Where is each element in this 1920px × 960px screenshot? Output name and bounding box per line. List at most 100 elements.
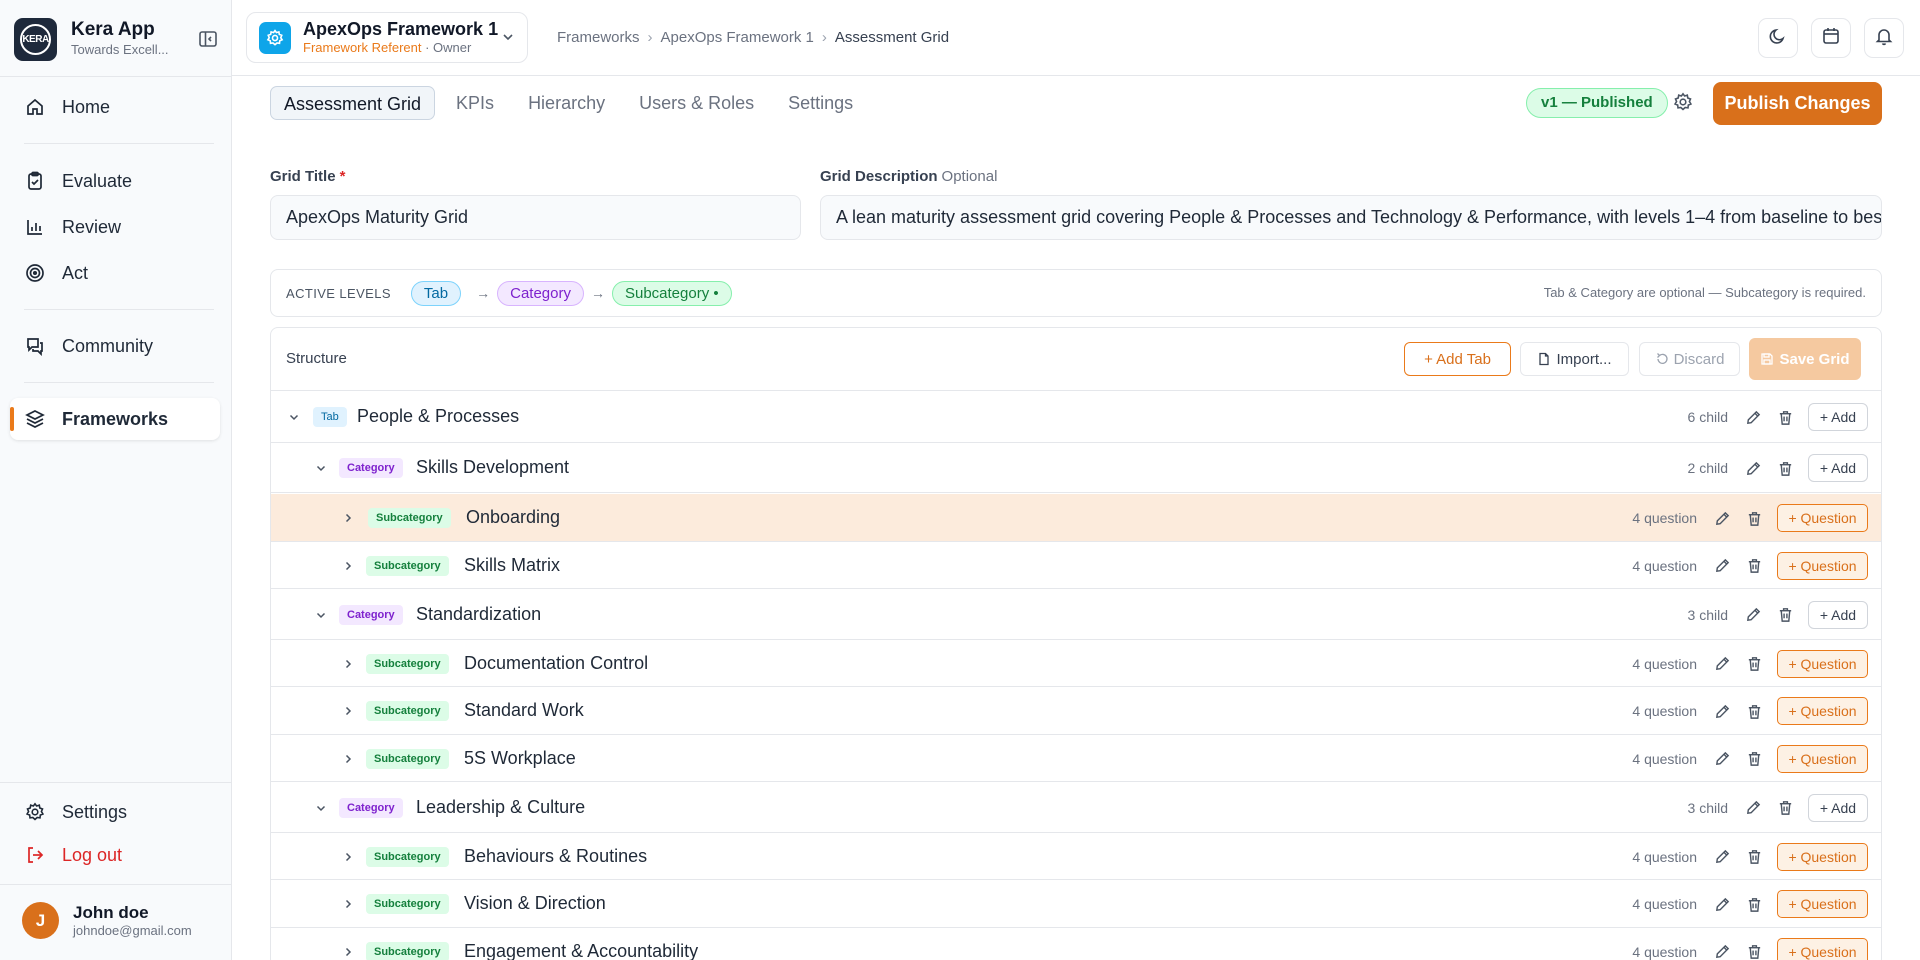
- discard-label: Discard: [1673, 350, 1725, 368]
- notifications-button[interactable]: [1864, 18, 1904, 58]
- grid-title-input[interactable]: ApexOps Maturity Grid: [270, 195, 801, 240]
- add-question-button[interactable]: + Question: [1777, 697, 1868, 725]
- trash-icon[interactable]: [1745, 557, 1763, 575]
- add-question-button[interactable]: + Question: [1777, 842, 1868, 871]
- trash-icon[interactable]: [1776, 408, 1794, 426]
- add-child-button[interactable]: + Add: [1808, 403, 1868, 431]
- sidebar-collapse-icon[interactable]: [196, 27, 220, 51]
- edit-pencil-icon[interactable]: [1713, 895, 1731, 913]
- trash-icon[interactable]: [1745, 848, 1763, 866]
- chevron-down-icon[interactable]: [314, 608, 328, 622]
- tree-row-subcategory[interactable]: Subcategory Documentation Control 4 questi…: [271, 640, 1881, 687]
- edit-pencil-icon[interactable]: [1713, 750, 1731, 768]
- user-profile[interactable]: J John doe johndoe@gmail.com: [22, 902, 192, 939]
- grid-settings-gear-icon[interactable]: [1673, 92, 1693, 117]
- framework-selector[interactable]: ApexOps Framework 1 Framework Referent ·…: [246, 12, 528, 63]
- trash-icon[interactable]: [1745, 943, 1763, 960]
- chevron-right-icon[interactable]: [341, 897, 355, 911]
- breadcrumb-item[interactable]: Frameworks: [557, 29, 640, 46]
- sidebar-item-settings[interactable]: Settings: [10, 791, 220, 833]
- tree-row-subcategory[interactable]: Subcategory Onboarding 4 question + Questio…: [271, 494, 1881, 542]
- tree-row-subcategory[interactable]: Subcategory Vision & Direction 4 question +…: [271, 880, 1881, 928]
- add-question-button[interactable]: + Question: [1777, 504, 1868, 532]
- tree-row-subcategory[interactable]: Subcategory Behaviours & Routines 4 questi…: [271, 833, 1881, 880]
- add-child-button[interactable]: + Add: [1808, 793, 1868, 822]
- trash-icon[interactable]: [1776, 799, 1794, 817]
- edit-pencil-icon[interactable]: [1744, 799, 1762, 817]
- save-grid-button[interactable]: Save Grid: [1749, 338, 1861, 380]
- chevron-right-icon[interactable]: [341, 704, 355, 718]
- trash-icon[interactable]: [1745, 702, 1763, 720]
- grid-description-input[interactable]: A lean maturity assessment grid covering…: [820, 195, 1882, 240]
- tree-row-subcategory[interactable]: Subcategory Skills Matrix 4 question + Ques…: [271, 542, 1881, 589]
- trash-icon[interactable]: [1745, 655, 1763, 673]
- edit-pencil-icon[interactable]: [1713, 509, 1731, 527]
- tab-assessment-grid[interactable]: Assessment Grid: [270, 86, 436, 120]
- level-subcategory-chip[interactable]: Subcategory •: [611, 280, 732, 306]
- sidebar-item-frameworks[interactable]: Frameworks: [10, 398, 220, 440]
- tab-hierarchy[interactable]: Hierarchy: [515, 86, 618, 120]
- add-tab-button[interactable]: + Add Tab: [1404, 342, 1511, 376]
- tree-row-subcategory[interactable]: Subcategory Engagement & Accountability 4 …: [271, 928, 1881, 960]
- trash-icon[interactable]: [1776, 459, 1794, 477]
- chevron-down-icon[interactable]: [314, 461, 328, 475]
- edit-pencil-icon[interactable]: [1744, 459, 1762, 477]
- level-category-chip[interactable]: Category: [497, 280, 584, 306]
- tab-kpis[interactable]: KPIs: [443, 86, 507, 120]
- tree-row-category[interactable]: Category Standardization 3 child + Add: [271, 589, 1881, 640]
- sidebar-item-evaluate[interactable]: Evaluate: [10, 160, 220, 202]
- chevron-right-icon[interactable]: [341, 752, 355, 766]
- row-name: 5S Workplace: [464, 747, 576, 768]
- sidebar-item-community[interactable]: Community: [10, 325, 220, 367]
- add-question-button[interactable]: + Question: [1777, 890, 1868, 918]
- calendar-button[interactable]: [1811, 18, 1851, 58]
- breadcrumb-item[interactable]: ApexOps Framework 1: [661, 29, 814, 46]
- add-question-button[interactable]: + Question: [1777, 937, 1868, 960]
- add-question-button[interactable]: + Question: [1777, 551, 1868, 580]
- page-tabs: Assessment Grid KPIs Hierarchy Users & R…: [270, 86, 874, 120]
- level-tab-chip[interactable]: Tab: [410, 280, 462, 306]
- add-child-button[interactable]: + Add: [1808, 600, 1868, 629]
- undo-icon: [1656, 353, 1668, 364]
- chevron-right-icon[interactable]: [341, 511, 355, 525]
- edit-pencil-icon[interactable]: [1744, 408, 1762, 426]
- import-button[interactable]: Import...: [1520, 342, 1629, 376]
- tree-row-tab[interactable]: Tab People & Processes 6 child + Add: [271, 391, 1881, 443]
- sidebar-item-review[interactable]: Review: [10, 206, 220, 248]
- add-question-button[interactable]: + Question: [1777, 744, 1868, 773]
- add-child-button[interactable]: + Add: [1808, 454, 1868, 482]
- trash-icon[interactable]: [1745, 895, 1763, 913]
- tab-users-roles[interactable]: Users & Roles: [626, 86, 767, 120]
- chevron-down-icon[interactable]: [287, 410, 301, 424]
- tree-row-subcategory[interactable]: Subcategory Standard Work 4 question + Ques…: [271, 687, 1881, 735]
- trash-icon[interactable]: [1745, 509, 1763, 527]
- edit-pencil-icon[interactable]: [1713, 702, 1731, 720]
- edit-pencil-icon[interactable]: [1744, 606, 1762, 624]
- sidebar-item-home[interactable]: Home: [10, 86, 220, 128]
- theme-toggle-button[interactable]: [1758, 18, 1798, 58]
- edit-pencil-icon[interactable]: [1713, 655, 1731, 673]
- chevron-right-icon[interactable]: [341, 657, 355, 671]
- arrow-right-icon: →: [476, 285, 491, 301]
- framework-owner: · Owner: [425, 40, 472, 55]
- add-question-button[interactable]: + Question: [1777, 649, 1868, 678]
- edit-pencil-icon[interactable]: [1713, 943, 1731, 960]
- edit-pencil-icon[interactable]: [1713, 557, 1731, 575]
- trash-icon[interactable]: [1745, 750, 1763, 768]
- breadcrumb: Frameworks › ApexOps Framework 1 › Asses…: [557, 29, 949, 46]
- sidebar-item-act[interactable]: Act: [10, 252, 220, 294]
- logout-button[interactable]: Log out: [10, 834, 220, 876]
- publish-changes-button[interactable]: Publish Changes: [1713, 82, 1882, 125]
- discard-button[interactable]: Discard: [1639, 342, 1740, 376]
- chevron-right-icon[interactable]: [341, 559, 355, 573]
- level-type-badge: Subcategory: [366, 846, 449, 867]
- edit-pencil-icon[interactable]: [1713, 848, 1731, 866]
- trash-icon[interactable]: [1776, 606, 1794, 624]
- chevron-right-icon[interactable]: [341, 850, 355, 864]
- chevron-right-icon[interactable]: [341, 945, 355, 959]
- chevron-down-icon[interactable]: [314, 801, 328, 815]
- tree-row-category[interactable]: Category Skills Development 2 child + Add: [271, 443, 1881, 493]
- tree-row-subcategory[interactable]: Subcategory 5S Workplace 4 question + Quest…: [271, 735, 1881, 782]
- tab-settings[interactable]: Settings: [775, 86, 866, 120]
- tree-row-category[interactable]: Category Leadership & Culture 3 child + Add: [271, 782, 1881, 833]
